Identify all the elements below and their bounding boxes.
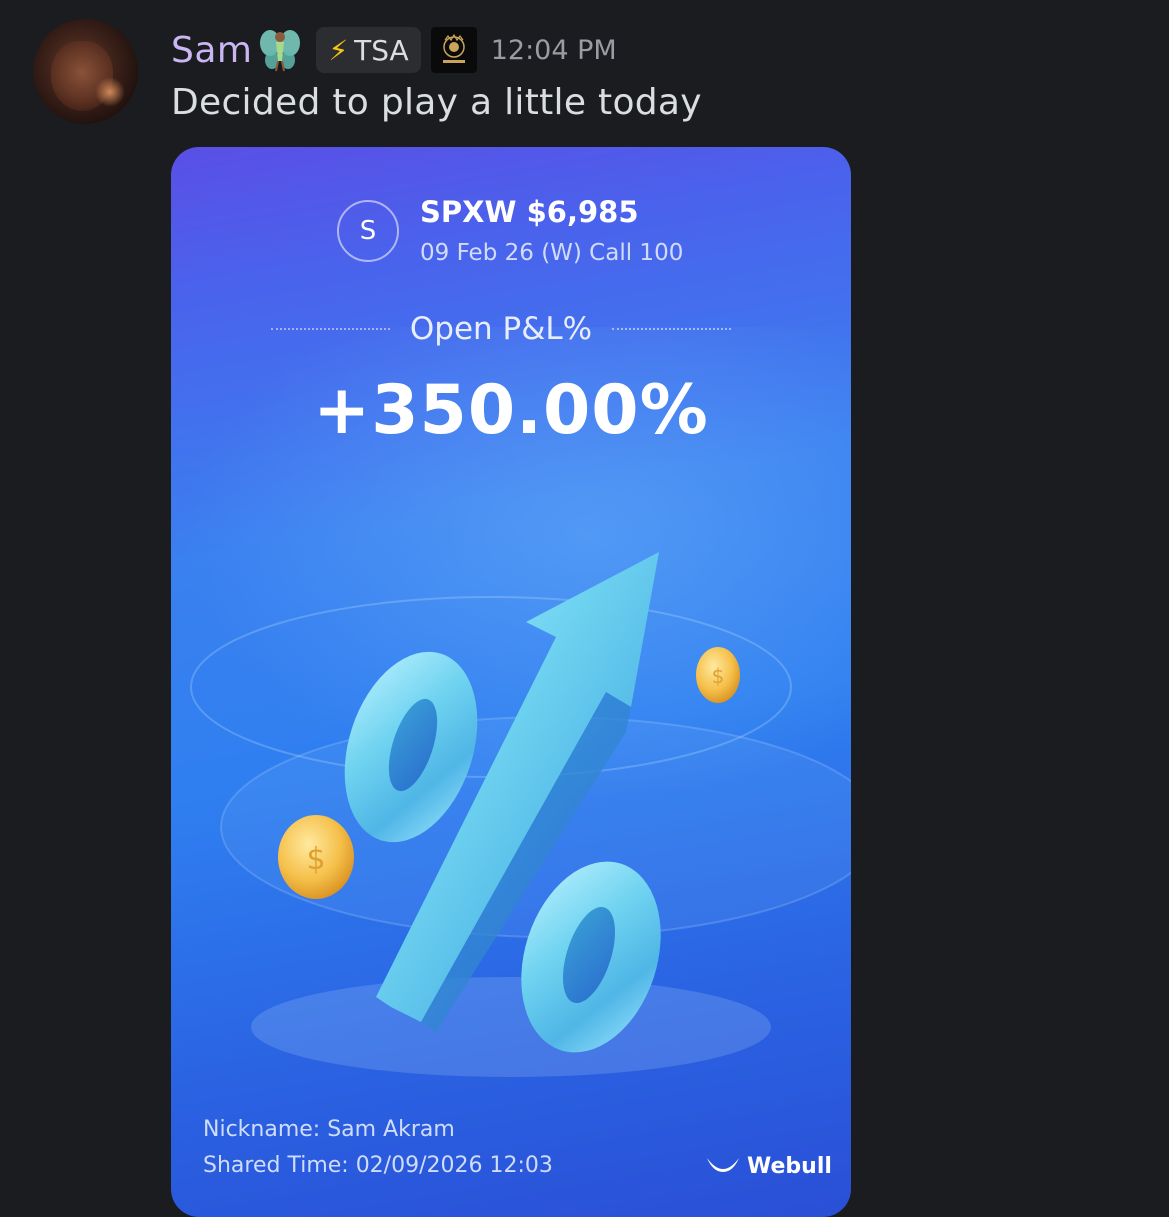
- shared-time: Shared Time: 02/09/2026 12:03: [203, 1153, 553, 1178]
- divider-left: [271, 328, 390, 330]
- nickname: Nickname: Sam Akram: [203, 1117, 455, 1142]
- message-text: Decided to play a little today: [171, 82, 702, 123]
- user-avatar[interactable]: [33, 19, 138, 124]
- pnl-value: +350.00%: [313, 371, 709, 450]
- message-timestamp: 12:04 PM: [490, 34, 617, 66]
- divider-right: [612, 328, 731, 330]
- lightning-bolt-icon: ⚡: [328, 33, 349, 67]
- shared-image-card[interactable]: S SPXW $6,985 09 Feb 26 (W) Call 100 Ope…: [171, 147, 851, 1217]
- brand-label: Webull: [747, 1153, 832, 1179]
- role-tag[interactable]: ⚡ TSA: [316, 27, 421, 73]
- crest-icon[interactable]: [430, 27, 477, 73]
- pnl-label: Open P&L%: [409, 311, 593, 347]
- pnl-label-row: Open P&L%: [271, 309, 731, 349]
- fairy-emoji-icon: [258, 27, 302, 73]
- contract-details: 09 Feb 26 (W) Call 100: [420, 240, 684, 266]
- webull-icon: [707, 1158, 739, 1172]
- percent-arrow-illustration: $ $: [190, 552, 851, 1077]
- ticker-logo-icon: S: [337, 200, 399, 262]
- ticker-name: SPXW $6,985: [420, 195, 639, 229]
- svg-text:$: $: [712, 664, 725, 688]
- webull-logo: Webull: [705, 1151, 832, 1181]
- username[interactable]: Sam: [171, 30, 252, 71]
- role-tag-label: TSA: [354, 33, 409, 67]
- message-header: Sam ⚡ TSA 12:04 PM: [171, 24, 617, 76]
- svg-text:$: $: [306, 842, 325, 877]
